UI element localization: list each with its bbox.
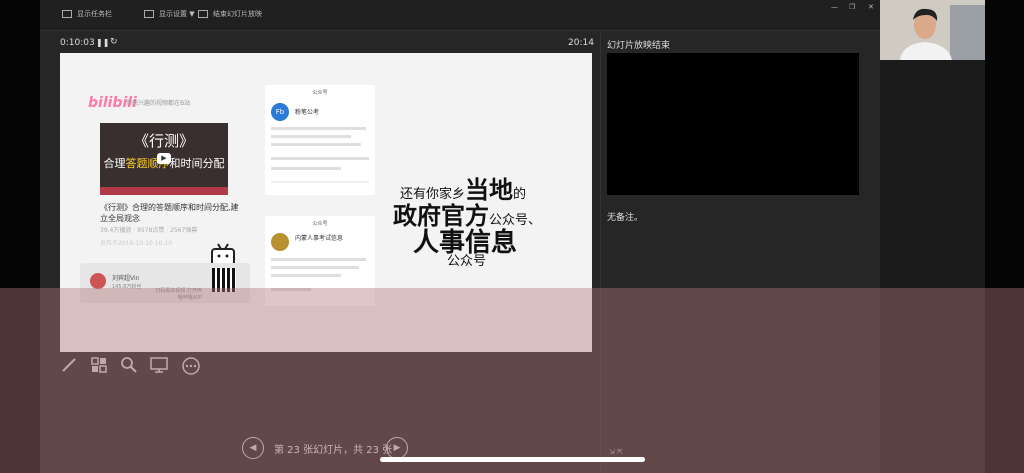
phone-text-line <box>271 135 351 138</box>
renshi-account-name: 内蒙人事考试信息 <box>295 235 344 242</box>
taskbar-icon <box>62 10 72 18</box>
webcam-feed <box>880 0 985 60</box>
home-indicator[interactable] <box>380 457 645 462</box>
phone-header: 公众号 <box>312 90 328 96</box>
next-slide-preview <box>607 53 859 195</box>
uploader-name: 刘宾超Vin <box>112 275 140 282</box>
phone-text-line <box>271 127 366 130</box>
minimize-button[interactable]: — <box>831 3 838 11</box>
phone-text-line <box>271 167 341 170</box>
display-settings-button[interactable]: 显示设置 ▼ <box>144 9 195 19</box>
phone-text-line <box>271 274 341 277</box>
speaker-notes: 无备注。 <box>607 213 644 223</box>
phone-header: 公众号 <box>312 221 328 227</box>
end-show-icon <box>198 10 208 18</box>
person-icon <box>880 0 985 60</box>
restore-button[interactable]: ❐ <box>849 3 855 11</box>
fenbi-logo: Fb <box>271 103 289 121</box>
video-date: 发布于2019-10-10 10:10 <box>100 240 173 247</box>
bilibili-tagline: 你感兴趣的视频都在B站 <box>126 100 191 107</box>
thumbnail-strip <box>100 187 228 195</box>
screen-overlay-band <box>0 288 1024 473</box>
play-icon: ▶ <box>157 153 171 164</box>
callout-text: 还有你家乡当地的 政府官方公众号、 人事信息 公众号 <box>393 158 592 278</box>
next-slide-label: 幻灯片放映结束 <box>607 41 671 51</box>
close-button[interactable]: ✕ <box>868 3 874 11</box>
video-stats: 39.4万播放 · 9578点赞 · 2567弹幕 <box>100 227 198 234</box>
phone-text-line <box>271 266 359 269</box>
show-taskbar-button[interactable]: 显示任务栏 <box>62 9 112 19</box>
phone-divider <box>271 181 369 183</box>
phone-text-line <box>271 258 366 261</box>
pause-icon[interactable]: ❚❚ <box>96 38 109 47</box>
end-slideshow-button[interactable]: 结束幻灯片放映 <box>198 9 262 19</box>
fenbi-account-name: 粉笔公考 <box>295 109 320 116</box>
wechat-account-screenshot: 公众号 <box>265 85 375 195</box>
display-icon <box>144 10 154 18</box>
current-time: 20:14 <box>568 38 594 48</box>
restart-timer-icon[interactable]: ↻ <box>110 37 118 47</box>
renshi-logo <box>271 233 289 251</box>
video-title: 《行测》合理的答题顺序和时间分配,建立全局观念 <box>100 203 239 223</box>
presenter-toolbar: 显示任务栏 显示设置 ▼ 结束幻灯片放映 — ❐ ✕ <box>40 0 880 31</box>
elapsed-timer: 0:10:03 <box>60 38 95 48</box>
thumbnail-title: 《行测》 <box>133 132 194 150</box>
uploader-avatar <box>90 273 106 289</box>
phone-text-line <box>271 157 369 160</box>
callout-line-4: 公众号 <box>447 254 487 269</box>
phone-text-line <box>271 143 361 146</box>
presenter-view: 显示任务栏 显示设置 ▼ 结束幻灯片放映 — ❐ ✕ 0:10:03 ❚❚ ↻ … <box>0 0 1024 473</box>
